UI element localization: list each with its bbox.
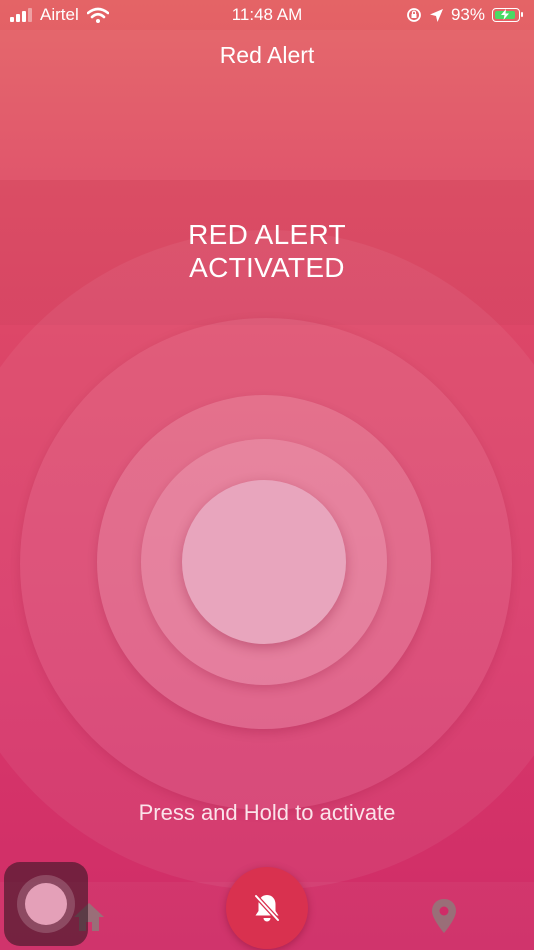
status-bar: Airtel 11:48 AM 93% bbox=[0, 0, 534, 30]
assistive-touch-button[interactable] bbox=[4, 862, 88, 946]
alert-nav-button[interactable] bbox=[226, 867, 308, 949]
bell-slash-icon bbox=[253, 893, 281, 923]
status-right: 93% bbox=[406, 5, 523, 25]
location-pin-icon[interactable] bbox=[430, 898, 458, 934]
alert-status-line2: ACTIVATED bbox=[189, 252, 345, 283]
location-arrow-icon bbox=[429, 8, 443, 22]
battery-charging-icon bbox=[492, 8, 523, 22]
alert-activate-button[interactable] bbox=[182, 480, 346, 644]
rotation-lock-icon bbox=[407, 8, 421, 22]
app-screen: Airtel 11:48 AM 93% Red Alert RED ALERT … bbox=[0, 0, 534, 950]
battery-percent: 93% bbox=[450, 5, 485, 24]
activation-hint: Press and Hold to activate bbox=[138, 800, 396, 825]
page-title: Red Alert bbox=[219, 42, 315, 68]
alert-status: RED ALERT ACTIVATED bbox=[0, 218, 534, 284]
alert-status-line1: RED ALERT bbox=[188, 219, 346, 250]
